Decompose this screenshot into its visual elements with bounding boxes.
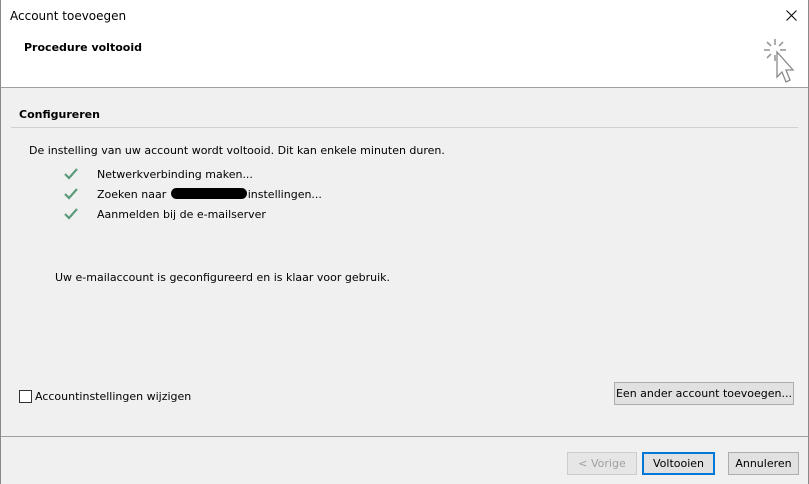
back-button[interactable]: < Vorige	[567, 452, 637, 475]
page-title: Procedure voltooid	[24, 41, 142, 54]
click-cursor-icon	[764, 39, 795, 83]
checkmark-icon	[64, 208, 78, 220]
window-title: Account toevoegen	[10, 9, 127, 23]
title-bar: Account toevoegen	[1, 0, 808, 31]
change-settings-checkbox[interactable]	[19, 390, 32, 403]
section-title: Configureren	[19, 108, 100, 121]
change-settings-label[interactable]: Accountinstellingen wijzigen	[35, 390, 191, 403]
finish-button[interactable]: Voltooien	[642, 452, 715, 475]
change-settings-option[interactable]: Accountinstellingen wijzigen	[19, 390, 191, 403]
add-another-account-button[interactable]: Een ander account toevoegen...	[614, 382, 794, 405]
step-label: Aanmelden bij de e-mailserver	[97, 207, 266, 221]
progress-steps: Netwerkverbinding maken... Zoeken naar i…	[63, 164, 322, 224]
wizard-header: Procedure voltooid	[1, 31, 808, 88]
dialog-window: Account toevoegen Procedure voltooid Con…	[0, 0, 809, 484]
section-divider	[11, 127, 798, 128]
step-label-prefix: Zoeken naar	[97, 187, 170, 201]
step-network: Netwerkverbinding maken...	[63, 164, 322, 184]
intro-text: De instelling van uw account wordt volto…	[29, 144, 445, 157]
close-icon	[785, 10, 797, 21]
close-button[interactable]	[774, 0, 808, 31]
success-message: Uw e-mailaccount is geconfigureerd en is…	[55, 271, 391, 284]
checkmark-icon	[64, 188, 78, 200]
redacted-text	[170, 187, 247, 199]
cancel-button[interactable]: Annuleren	[728, 452, 799, 475]
step-label: Netwerkverbinding maken...	[97, 167, 253, 181]
step-sign-in: Aanmelden bij de e-mailserver	[63, 204, 322, 224]
checkmark-icon	[64, 168, 78, 180]
step-search-settings: Zoeken naar instellingen...	[63, 184, 322, 204]
step-label-suffix: instellingen...	[247, 187, 322, 201]
footer-divider	[1, 436, 808, 437]
